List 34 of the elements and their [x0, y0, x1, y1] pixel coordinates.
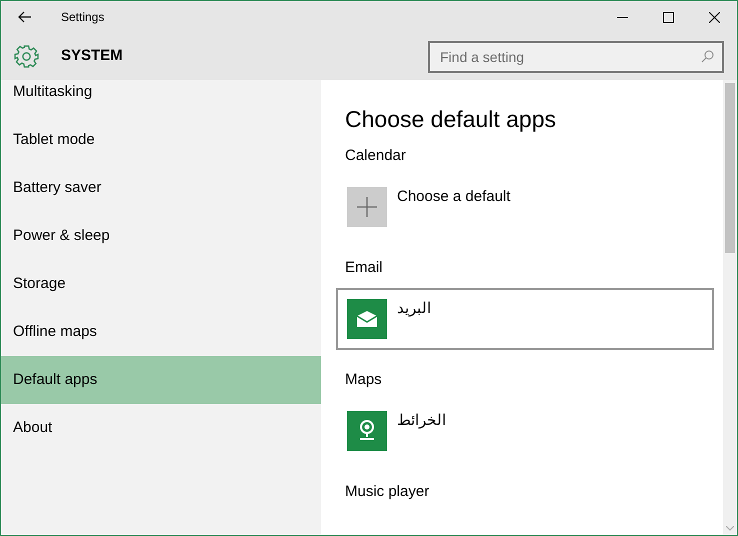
- window-title: Settings: [61, 9, 104, 26]
- sidebar-item[interactable]: Offline maps: [1, 308, 321, 356]
- default-app-button[interactable]: الخرائط: [336, 400, 714, 462]
- search-icon: [701, 50, 714, 62]
- page-title: SYSTEM: [61, 46, 123, 66]
- category-label: Email: [345, 258, 384, 278]
- section-heading: Choose default apps: [345, 105, 557, 134]
- sidebar-item[interactable]: Storage: [1, 260, 321, 308]
- sidebar-item[interactable]: Multitasking: [1, 80, 321, 116]
- close-icon: [708, 12, 720, 22]
- scroll-down-icon[interactable]: [726, 526, 734, 531]
- default-app-button[interactable]: Choose a default: [336, 176, 714, 238]
- gear-icon: [14, 44, 39, 69]
- minimize-icon: [616, 16, 628, 18]
- map-pin-icon: [358, 420, 376, 442]
- search-field[interactable]: Find a setting: [428, 40, 724, 72]
- envelope-icon: [357, 311, 377, 327]
- sidebar-item[interactable]: Battery saver: [1, 164, 321, 212]
- plus-icon: [357, 197, 377, 217]
- app-name: الخرائط: [397, 411, 446, 431]
- sidebar-item[interactable]: Power & sleep: [1, 212, 321, 260]
- scrollbar[interactable]: [723, 80, 737, 535]
- app-name: البريد: [397, 299, 431, 319]
- category-label: Calendar: [345, 146, 407, 166]
- category-label: Music player: [345, 482, 430, 502]
- default-app-button[interactable]: البريد: [336, 288, 714, 350]
- maximize-icon: [662, 12, 674, 22]
- app-name: Choose a default: [397, 187, 510, 207]
- back-icon: [18, 11, 32, 23]
- sidebar-item[interactable]: Tablet mode: [1, 116, 321, 164]
- sidebar-item[interactable]: Default apps: [1, 356, 321, 404]
- category-label: Maps: [345, 370, 383, 390]
- scrollbar-thumb[interactable]: [725, 83, 735, 253]
- sidebar-item[interactable]: About: [1, 404, 321, 452]
